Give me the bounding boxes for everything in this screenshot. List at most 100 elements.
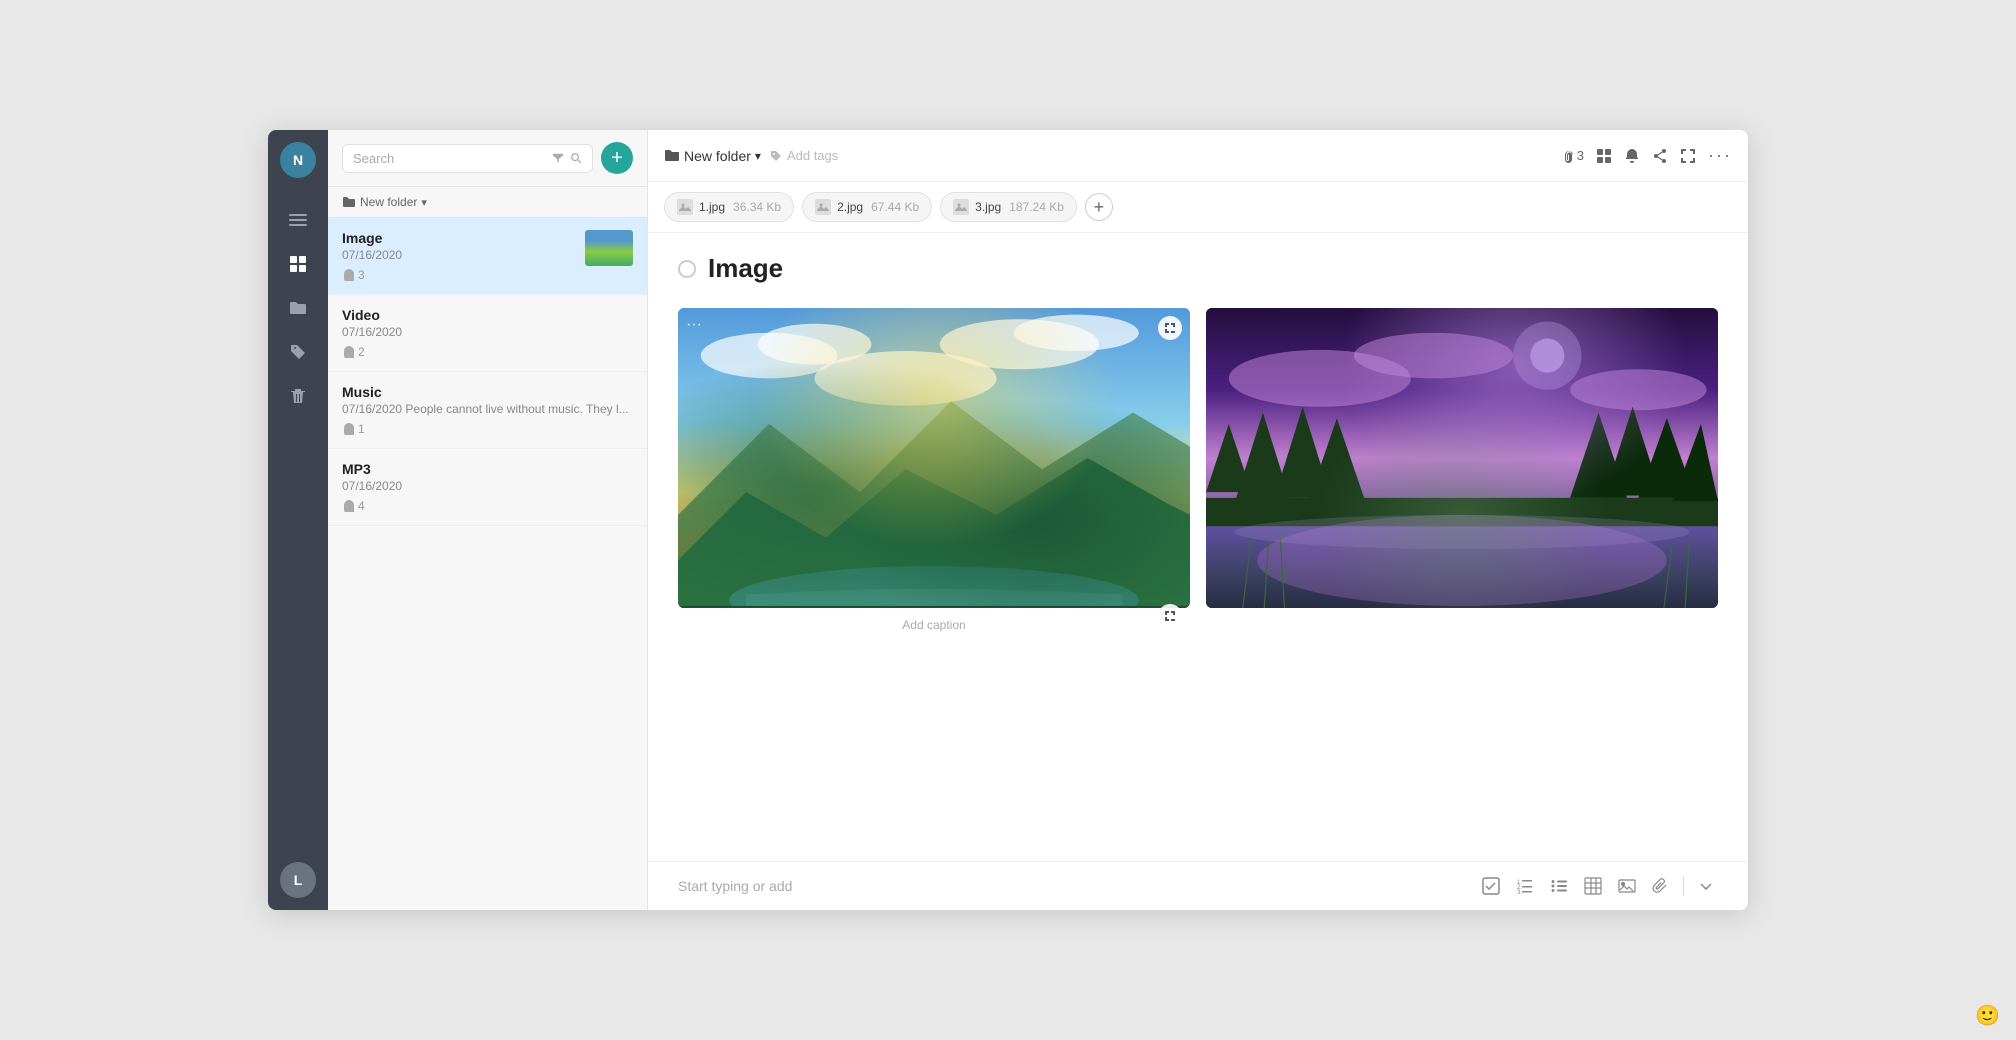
attachment-icon-3 — [342, 423, 354, 435]
file-tab-2[interactable]: 2.jpg 67.44 Kb — [802, 192, 932, 222]
embed-icon — [1618, 877, 1636, 895]
header-attachment-icon — [1560, 149, 1574, 163]
icon-rail: N — [268, 130, 328, 910]
tag-nav-icon[interactable] — [280, 334, 316, 370]
bullet-list-tool[interactable] — [1547, 874, 1571, 898]
attachment-tool-icon — [1652, 877, 1670, 895]
header-folder-icon — [664, 148, 680, 164]
image1-expand-top[interactable] — [1158, 316, 1182, 340]
ordered-list-tool[interactable]: 1. 2. 3. — [1513, 874, 1537, 898]
filter-icon — [552, 151, 564, 165]
scene2-svg — [1206, 308, 1718, 608]
file-tab-icon-1 — [677, 199, 693, 215]
image-1 — [678, 308, 1190, 608]
folder-nav-icon[interactable] — [280, 290, 316, 326]
sidebar-header: + — [328, 130, 647, 187]
file-tab-icon-3 — [953, 199, 969, 215]
image-file-icon-1 — [679, 201, 691, 213]
content-header: New folder ▾ Add tags 3 — [648, 130, 1748, 182]
folder-path-icon — [342, 195, 356, 209]
add-file-button[interactable]: + — [1085, 193, 1113, 221]
note-attachments-music: 1 — [342, 422, 633, 436]
checkbox-icon — [1482, 877, 1500, 895]
share-button[interactable] — [1652, 148, 1668, 164]
image-file-icon-3 — [955, 201, 967, 213]
expand-icon-top — [1164, 322, 1176, 334]
file-tab-name-3: 3.jpg — [975, 200, 1001, 214]
file-tab-1[interactable]: 1.jpg 36.34 Kb — [664, 192, 794, 222]
checkbox-tool[interactable] — [1479, 874, 1503, 898]
note-attachments-mp3: 4 — [342, 499, 633, 513]
note-body: Image — [648, 233, 1748, 861]
note-title-mp3: MP3 — [342, 461, 633, 477]
bell-icon — [1624, 148, 1640, 164]
image1-caption[interactable]: Add caption — [678, 614, 1190, 636]
note-date-music: 07/16/2020 People cannot live without mu… — [342, 402, 633, 416]
tag-area[interactable]: Add tags — [769, 148, 838, 163]
search-input[interactable] — [353, 151, 546, 166]
embed-tool[interactable] — [1615, 874, 1639, 898]
image1-expand-bottom[interactable] — [1158, 604, 1182, 628]
file-tab-3[interactable]: 3.jpg 187.24 Kb — [940, 192, 1077, 222]
note-item-mp3[interactable]: MP3 07/16/2020 4 — [328, 449, 647, 526]
folder-dropdown-icon[interactable]: ▾ — [421, 196, 427, 209]
more-tool[interactable] — [1694, 874, 1718, 898]
folder-breadcrumb: New folder ▾ — [664, 148, 761, 164]
top-avatar[interactable]: N — [280, 142, 316, 178]
note-attach-count-music: 1 — [358, 422, 365, 436]
grid-view-button[interactable] — [1596, 148, 1612, 164]
menu-icon[interactable] — [280, 202, 316, 238]
note-item-video[interactable]: Video 07/16/2020 2 — [328, 295, 647, 372]
note-title-section: Image — [678, 253, 1718, 284]
ordered-list-icon: 1. 2. 3. — [1516, 877, 1534, 895]
file-tab-size-3: 187.24 Kb — [1009, 200, 1064, 214]
note-date-video: 07/16/2020 — [342, 325, 633, 339]
note-attachments-image: 3 — [342, 268, 633, 282]
share-icon — [1652, 148, 1668, 164]
title-circle — [678, 260, 696, 278]
bottom-avatar[interactable]: L — [280, 862, 316, 898]
attachment-icon — [342, 269, 354, 281]
add-tags-label: Add tags — [787, 148, 838, 163]
image1-menu[interactable]: ··· — [686, 316, 702, 334]
editor-tools: 1. 2. 3. — [1479, 874, 1718, 898]
attachment-icon-2 — [342, 346, 354, 358]
image-file-icon-2 — [817, 201, 829, 213]
chevron-down-icon — [1697, 877, 1715, 895]
file-tab-size-2: 67.44 Kb — [871, 200, 919, 214]
more-icon: ··· — [1708, 145, 1732, 166]
expand-button[interactable] — [1680, 148, 1696, 164]
expand-icon-bottom — [1164, 610, 1176, 622]
file-tab-size-1: 36.34 Kb — [733, 200, 781, 214]
search-icon — [570, 151, 582, 165]
note-item-music[interactable]: Music 07/16/2020 People cannot live with… — [328, 372, 647, 449]
expand-icon — [1680, 148, 1696, 164]
scene1-svg — [678, 308, 1190, 608]
table-icon — [1584, 877, 1602, 895]
add-note-button[interactable]: + — [601, 142, 633, 174]
table-tool[interactable] — [1581, 874, 1605, 898]
note-attach-count-video: 2 — [358, 345, 365, 359]
editor-footer: Start typing or add 1. 2. — [648, 861, 1748, 910]
bell-button[interactable] — [1624, 148, 1640, 164]
attachment-icon-4 — [342, 500, 354, 512]
note-item-image[interactable]: Image 07/16/2020 3 — [328, 218, 647, 295]
bullet-list-icon — [1550, 877, 1568, 895]
grid-icon[interactable] — [280, 246, 316, 282]
header-actions: 3 — [1560, 145, 1732, 166]
trash-nav-icon[interactable] — [280, 378, 316, 414]
left-sidebar: + New folder ▾ Image 07/16/2020 — [328, 130, 648, 910]
image-2 — [1206, 308, 1718, 608]
attachment-tool[interactable] — [1649, 874, 1673, 898]
file-tab-name-2: 2.jpg — [837, 200, 863, 214]
search-input-wrap[interactable] — [342, 144, 593, 173]
header-folder-name: New folder — [684, 148, 751, 164]
note-attachments-video: 2 — [342, 345, 633, 359]
header-dropdown-icon[interactable]: ▾ — [755, 149, 761, 163]
header-attach-num: 3 — [1577, 148, 1584, 163]
image-grid: ··· Add caption — [678, 308, 1718, 636]
app-window: N — [0, 0, 2016, 1040]
more-button[interactable]: ··· — [1708, 145, 1732, 166]
note-title-music: Music — [342, 384, 633, 400]
editor-placeholder[interactable]: Start typing or add — [678, 878, 1467, 894]
